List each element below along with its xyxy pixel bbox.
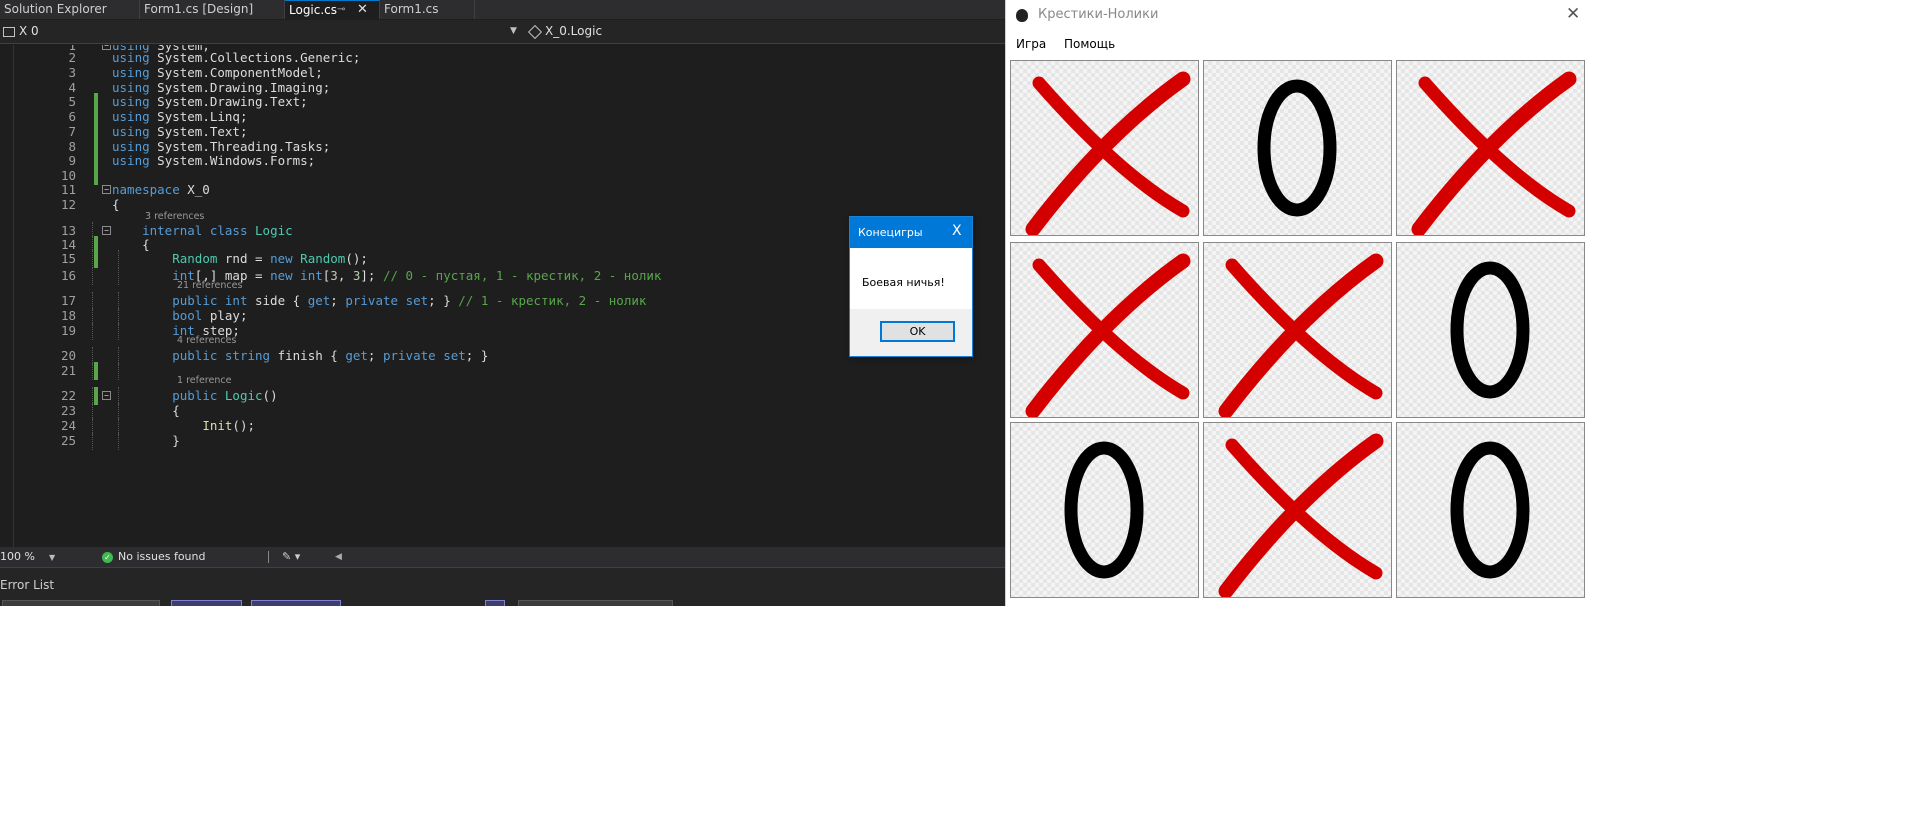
collapse-icon[interactable]: − [102, 226, 111, 235]
board-cell[interactable] [1396, 242, 1585, 418]
line-number: 12 [60, 197, 76, 212]
tab-label: Form1.cs [Design] [144, 2, 254, 16]
check-circle-icon: ✓ [102, 551, 113, 563]
chevron-down-icon: ▼ [510, 26, 517, 36]
board-cell[interactable] [1396, 422, 1585, 598]
codelens-references[interactable]: 4 references [177, 335, 236, 347]
errors-filter-button[interactable] [171, 600, 242, 606]
indent-guide [92, 432, 93, 450]
line-number: 25 [60, 433, 76, 448]
error-search-input[interactable] [518, 600, 673, 606]
codelens-references[interactable]: 21 references [177, 280, 242, 292]
member-dropdown-label: X_0.Logic [545, 24, 603, 38]
tab-label: Logic.cs [289, 3, 338, 17]
class-icon [3, 26, 15, 37]
close-icon[interactable]: ✕ [1566, 4, 1580, 24]
dialog-title-bar: Конецигры X [850, 217, 972, 248]
collapse-icon[interactable]: − [102, 391, 111, 400]
x-mark [1025, 253, 1191, 417]
x-mark [1411, 71, 1577, 235]
board-cell[interactable] [1010, 422, 1199, 598]
board-cell[interactable] [1203, 422, 1392, 598]
warnings-filter-button[interactable] [251, 600, 341, 606]
ok-button[interactable]: OK [880, 321, 955, 342]
type-dropdown[interactable]: X 0 ▼ [0, 20, 520, 43]
board-cell[interactable] [1203, 60, 1392, 236]
code-text: Random rnd = new Random(); [172, 251, 368, 266]
scope-dropdown[interactable] [2, 600, 160, 606]
game-over-dialog: Конецигры X Боевая ничья! OK [849, 216, 973, 357]
indent-guide [92, 250, 93, 268]
tic-tac-toe-window: Крестики-Нолики ✕ Игра Помощь [1005, 0, 1586, 606]
code-text: { [112, 197, 120, 212]
code-text: } [112, 433, 180, 448]
codelens-references[interactable]: 3 references [145, 211, 204, 223]
pin-icon[interactable]: ⊸ [337, 1, 345, 19]
app-icon [1016, 9, 1028, 22]
type-dropdown-label: X 0 [19, 24, 39, 38]
o-mark [1450, 441, 1530, 579]
dialog-message: Боевая ничья! [862, 276, 945, 289]
error-list-panel: Error List [0, 567, 1005, 606]
o-mark [1064, 441, 1144, 579]
menu-help[interactable]: Помощь [1064, 37, 1115, 51]
indent-guide [92, 362, 93, 380]
menu-game[interactable]: Игра [1016, 37, 1046, 51]
indent-guide [92, 322, 93, 340]
chevron-down-icon: ▼ [48, 553, 56, 562]
indent-guide [92, 267, 93, 285]
dialog-body: Боевая ничья! [850, 248, 972, 309]
code-line[interactable]: 25 } [0, 432, 1005, 450]
code-line[interactable]: 21 [0, 362, 1005, 380]
dialog-title: Конецигры [858, 226, 923, 239]
scroll-left-icon[interactable]: ◀ [335, 547, 342, 567]
member-dropdown[interactable]: X_0.Logic [527, 20, 603, 43]
dialog-footer: OK [850, 309, 972, 356]
tab-form1-cs[interactable]: Form1.cs [380, 0, 475, 19]
error-list-title: Error List [0, 578, 55, 592]
line-number: 21 [60, 363, 76, 378]
change-marker [94, 362, 98, 380]
window-title-bar: Крестики-Нолики ✕ [1006, 0, 1586, 31]
line-number: 19 [60, 323, 76, 338]
board-cell[interactable] [1396, 60, 1585, 236]
window-title: Крестики-Нолики [1038, 7, 1159, 22]
close-icon[interactable]: ✕ [357, 1, 368, 19]
build-filter-button[interactable] [485, 600, 505, 606]
tab-label: Solution Explorer [4, 2, 107, 16]
code-cleanup-icon[interactable]: ✎ ▾ [282, 547, 300, 567]
o-mark [1257, 79, 1337, 217]
tab-logic-cs[interactable]: Logic.cs ⊸ ✕ [285, 0, 380, 19]
menu-bar: Игра Помощь [1006, 31, 1586, 57]
editor-status-bar: 100 % ▼ ✓ No issues found ✎ ▾ ◀ [0, 547, 1005, 567]
line-number: 16 [60, 268, 76, 283]
status-divider [268, 551, 269, 563]
tab-label: Form1.cs [384, 2, 439, 16]
x-mark [1218, 433, 1384, 597]
o-mark [1450, 261, 1530, 399]
member-icon [527, 24, 543, 39]
board-cell[interactable] [1010, 60, 1199, 236]
navigation-bar: X 0 ▼ X_0.Logic [0, 20, 1005, 44]
collapse-icon[interactable]: − [102, 185, 111, 194]
board-cell[interactable] [1203, 242, 1392, 418]
game-board [1007, 60, 1585, 606]
document-tab-bar: Solution Explorer Form1.cs [Design] Logi… [0, 0, 1005, 19]
close-icon[interactable]: X [952, 223, 962, 239]
issues-indicator[interactable]: ✓ No issues found [102, 547, 205, 567]
board-cell[interactable] [1010, 242, 1199, 418]
tab-solution-explorer[interactable]: Solution Explorer [0, 0, 140, 19]
x-mark [1025, 71, 1191, 235]
x-mark [1218, 253, 1384, 417]
change-marker [94, 250, 98, 268]
tab-form1-design[interactable]: Form1.cs [Design] [140, 0, 285, 19]
issues-text: No issues found [118, 550, 206, 563]
line-number: 15 [60, 251, 76, 266]
zoom-level: 100 % [0, 550, 35, 563]
zoom-dropdown[interactable]: 100 % ▼ [0, 547, 55, 568]
indent-guide [118, 362, 119, 380]
codelens-references[interactable]: 1 reference [177, 375, 231, 387]
